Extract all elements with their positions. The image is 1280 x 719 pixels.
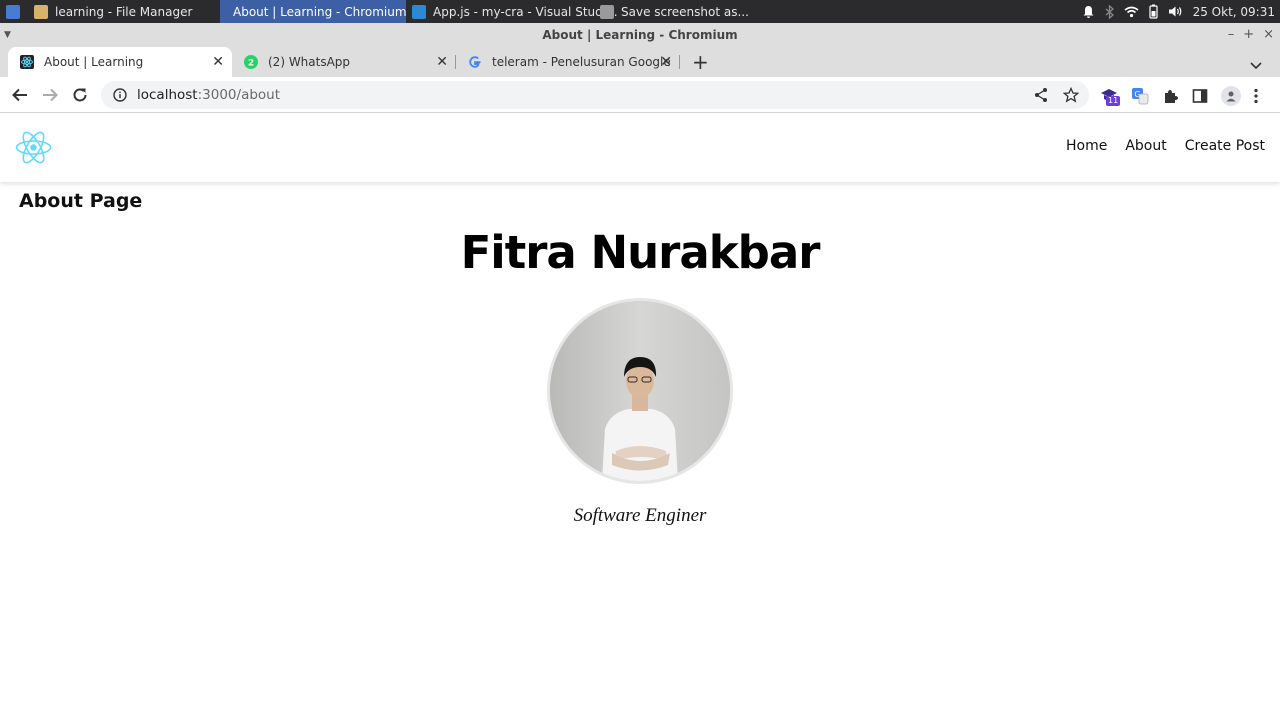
vscode-icon [412,4,426,19]
extension-button[interactable]: 11 [1100,87,1121,106]
url-path: :3000/about [197,87,281,103]
tab-label: About | Learning [44,55,144,69]
nav-link-home[interactable]: Home [1066,138,1107,154]
person-name: Fitra Nurakbar [460,226,821,279]
back-arrow-icon[interactable] [11,86,29,104]
system-tray: 25 Okt, 09:31 [1082,0,1280,23]
nav-link-about[interactable]: About [1125,138,1166,154]
whatsapp-favicon-icon: 2 [244,55,258,69]
clock[interactable]: 25 Okt, 09:31 [1193,5,1275,19]
app-menu-button[interactable] [0,0,26,23]
taskbar-item-chromium[interactable]: About | Learning - Chromium [220,0,407,23]
tab-whatsapp[interactable]: 2 (2) WhatsApp ✕ [232,47,456,77]
share-icon[interactable] [1033,87,1049,103]
screenshot-icon [600,4,614,19]
puzzle-extensions-icon[interactable] [1162,88,1179,105]
xfce-logo-icon [6,4,20,19]
page-heading: About Page [19,190,143,212]
person-icon [1226,91,1236,102]
taskbar-item-label: Save screenshot as... [621,4,749,19]
browser-toolbar: localhost:3000/about [0,77,1280,113]
extension-badge: 11 [1106,96,1121,106]
bookmark-star-icon[interactable] [1063,87,1079,103]
close-window-icon[interactable]: × [1263,23,1274,47]
tab-google[interactable]: teleram - Penelusuran Google ✕ [456,47,680,77]
new-tab-button[interactable]: + [692,50,709,74]
window-title: About | Learning - Chromium [542,28,738,42]
profile-photo [547,298,733,484]
tab-separator [679,55,680,69]
window-titlebar[interactable]: ▼ About | Learning - Chromium – + × [0,23,1280,47]
notification-bell-icon[interactable] [1082,5,1095,19]
volume-icon[interactable] [1168,5,1183,18]
folder-icon [34,4,48,19]
react-logo-icon[interactable] [15,131,52,164]
window-menu-icon[interactable]: ▼ [4,23,11,47]
minimize-icon[interactable]: – [1228,23,1235,47]
taskbar-item-label: About | Learning - Chromium [233,4,407,19]
wifi-icon[interactable] [1124,6,1139,18]
taskbar-item-screenshot[interactable]: Save screenshot as... [594,0,755,23]
close-tab-icon[interactable]: ✕ [660,54,672,70]
whatsapp-badge: 2 [248,59,254,69]
react-favicon-icon [20,55,34,69]
url-host: localhost [137,87,198,103]
tab-search-button[interactable] [1250,55,1262,74]
profile-avatar-button[interactable] [1221,86,1241,106]
os-taskbar: learning - File Manager About | Learning… [0,0,1280,23]
site-navbar: Home About Create Post [0,114,1280,182]
maximize-icon[interactable]: + [1243,23,1254,47]
forward-arrow-icon[interactable] [41,86,59,104]
address-bar[interactable]: localhost:3000/about [101,81,1089,109]
google-favicon-icon [468,55,482,69]
battery-icon[interactable] [1148,4,1158,19]
nav-link-create-post[interactable]: Create Post [1185,138,1265,154]
site-info-icon[interactable] [113,88,127,102]
close-tab-icon[interactable]: ✕ [212,54,224,70]
translate-icon[interactable]: G [1131,87,1149,105]
job-title: Software Enginer [573,505,707,526]
tab-strip: About | Learning ✕ 2 (2) WhatsApp ✕ tele… [0,47,1280,77]
taskbar-item-label: learning - File Manager [55,4,193,19]
taskbar-item-vscode[interactable]: App.js - my-cra - Visual Studi... [406,0,624,23]
reload-icon[interactable] [71,86,89,104]
tab-label: (2) WhatsApp [268,55,351,69]
tab-label: teleram - Penelusuran Google [492,55,671,69]
taskbar-item-file-manager[interactable]: learning - File Manager [28,0,198,23]
bluetooth-icon[interactable] [1105,4,1114,19]
tab-separator [455,55,456,69]
taskbar-item-label: App.js - my-cra - Visual Studi... [433,4,618,19]
close-tab-icon[interactable]: ✕ [436,54,448,70]
extensions-area: 11 G [1100,86,1258,106]
site-menu: Home About Create Post [1066,138,1265,154]
tab-about[interactable]: About | Learning ✕ [8,47,232,77]
side-panel-icon[interactable] [1192,88,1208,104]
chevron-down-icon [1250,62,1262,70]
kebab-menu-icon[interactable] [1254,88,1258,104]
